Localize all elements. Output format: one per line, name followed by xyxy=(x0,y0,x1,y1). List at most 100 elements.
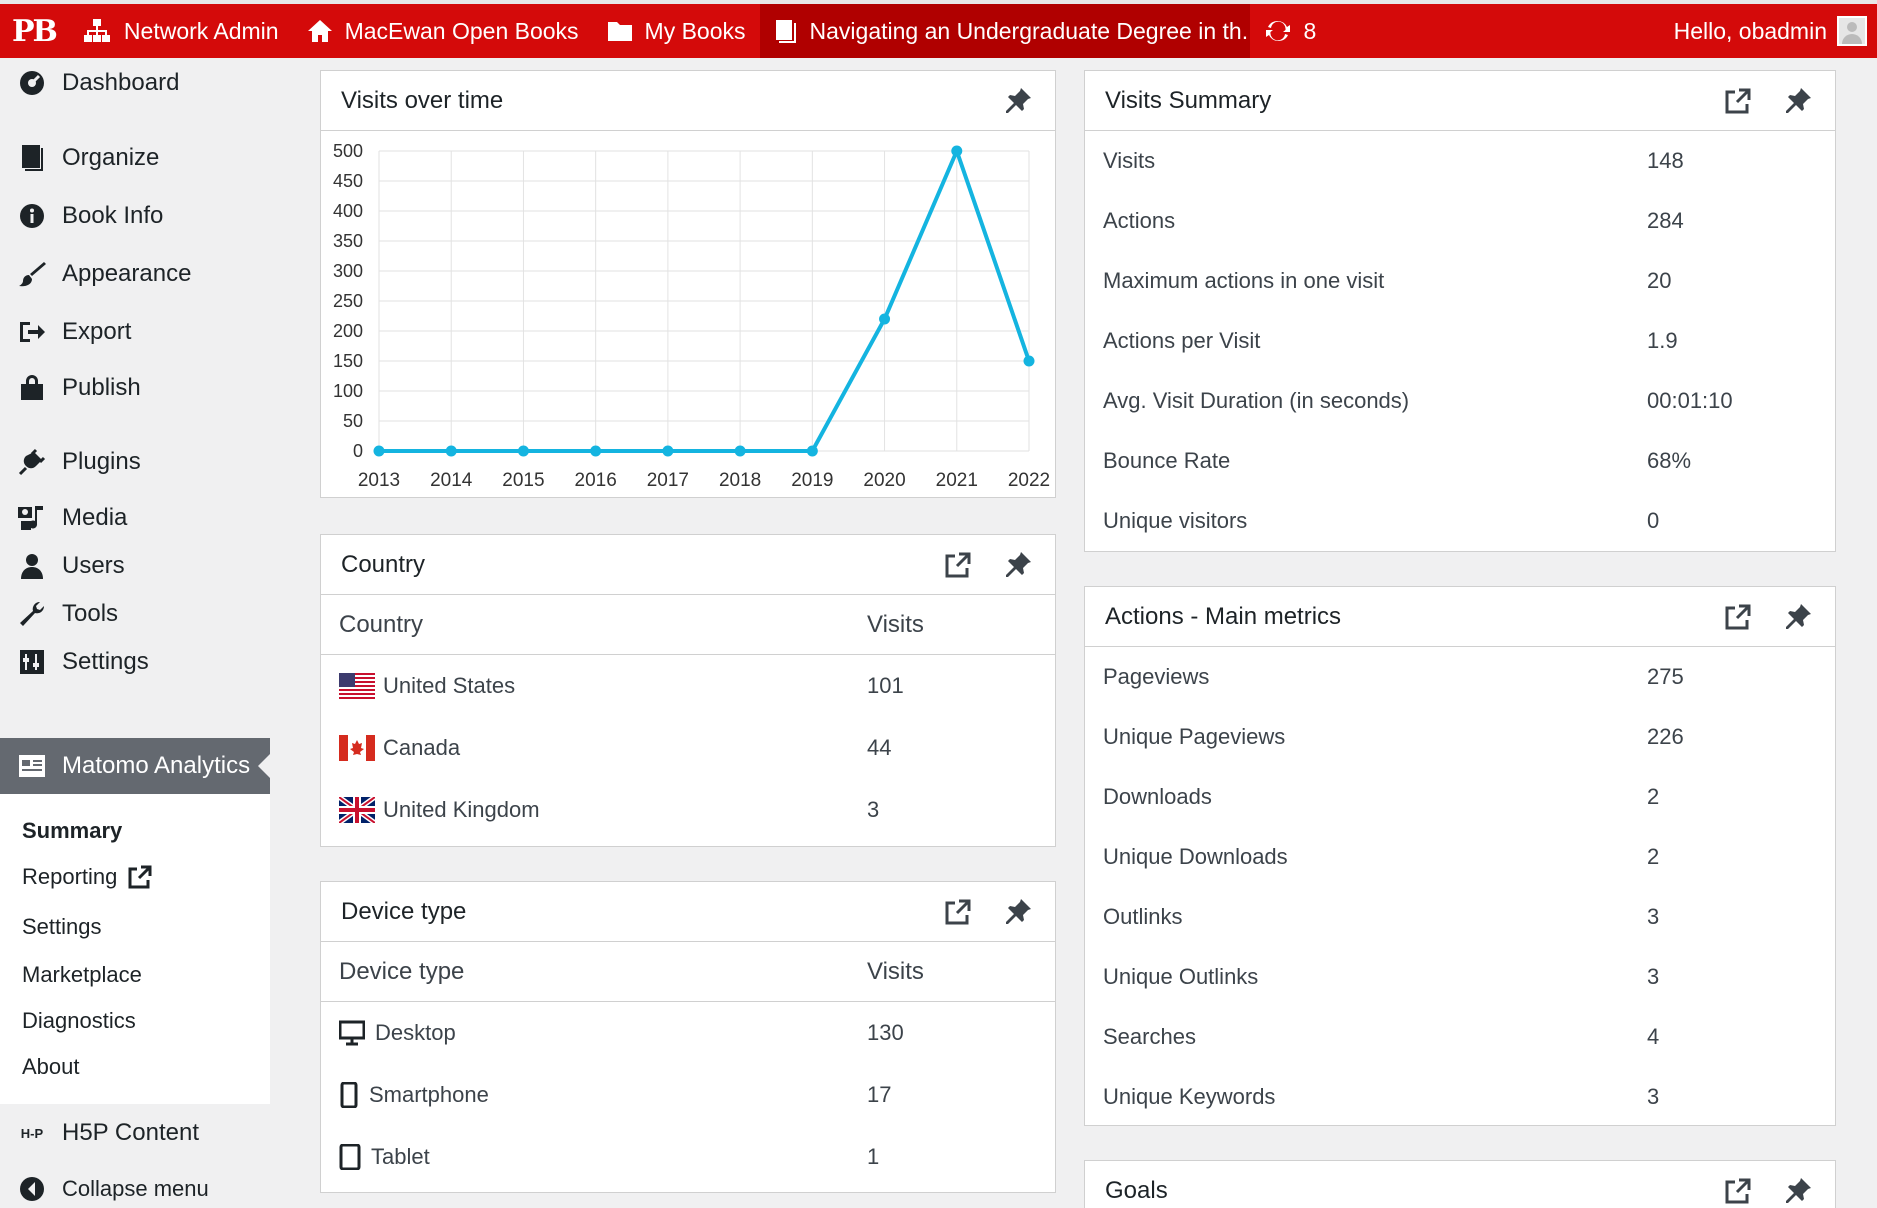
us-flag-icon xyxy=(339,673,375,699)
folder-icon xyxy=(607,22,632,41)
pin-icon[interactable] xyxy=(1001,548,1035,582)
pin-icon[interactable] xyxy=(1781,1174,1815,1208)
y-tick-label: 150 xyxy=(333,351,363,371)
external-link-icon[interactable] xyxy=(1721,1174,1755,1208)
matomo-submenu: Summary Reporting Settings Marketplace D… xyxy=(0,794,270,1104)
device-visits: 1 xyxy=(867,1144,880,1169)
submenu-marketplace[interactable]: Marketplace xyxy=(22,962,142,988)
data-point xyxy=(373,445,385,457)
y-tick-label: 200 xyxy=(333,321,363,341)
metric-label: Unique Outlinks xyxy=(1103,964,1259,989)
menu-publish[interactable]: Publish xyxy=(0,360,270,416)
metric-label: Actions per Visit xyxy=(1103,328,1261,353)
x-tick-label: 2020 xyxy=(863,470,905,491)
export-icon xyxy=(16,316,48,348)
metric-row: Actions per Visit 1.9 xyxy=(1085,311,1835,371)
submenu-about[interactable]: About xyxy=(22,1054,80,1080)
metric-row: Actions 284 xyxy=(1085,191,1835,251)
external-link-icon[interactable] xyxy=(1721,84,1755,118)
menu-organize[interactable]: Organize xyxy=(0,130,270,186)
device-name: Smartphone xyxy=(369,1082,489,1107)
actions-metrics-rows: Pageviews 275 Unique Pageviews 226 Downloads… xyxy=(1085,647,1835,1127)
settings-icon xyxy=(16,646,48,678)
pin-icon[interactable] xyxy=(1001,895,1035,929)
canada-flag-icon xyxy=(339,735,375,761)
menu-matomo-analytics[interactable]: Matomo Analytics xyxy=(0,738,270,794)
metric-row: Unique Outlinks 3 xyxy=(1085,947,1835,1007)
submenu-reporting-label: Reporting xyxy=(22,864,118,889)
country-name: United States xyxy=(383,673,516,698)
external-link-icon[interactable] xyxy=(941,548,975,582)
x-tick-label: 2014 xyxy=(430,470,473,491)
menu-book-info[interactable]: Book Info xyxy=(0,188,270,244)
y-tick-label: 300 xyxy=(333,261,363,281)
pressbooks-logo[interactable]: PB xyxy=(0,4,68,58)
menu-users-label: Users xyxy=(62,552,125,579)
admin-bar: PB Network Admin MacEwan Open Books My B… xyxy=(0,0,1877,58)
site-label: MacEwan Open Books xyxy=(344,17,579,44)
visits-chart: 0 50 100 150 200 250 300 350 400 450 500 2013 2014 20… xyxy=(321,131,1057,507)
site-link[interactable]: MacEwan Open Books xyxy=(293,4,593,58)
h5p-icon: H-P xyxy=(20,1125,44,1141)
metric-row: Avg. Visit Duration (in seconds) 00:01:10 xyxy=(1085,371,1835,431)
updates-link[interactable]: 8 xyxy=(1250,4,1331,58)
metric-row: Maximum actions in one visit 20 xyxy=(1085,251,1835,311)
external-link-icon[interactable] xyxy=(1721,600,1755,634)
table-row[interactable]: Smartphone 17 xyxy=(321,1064,1055,1126)
menu-export[interactable]: Export xyxy=(0,304,270,360)
admin-sidebar: Dashboard Organize Book Info Appearance … xyxy=(0,58,270,1208)
submenu-summary[interactable]: Summary xyxy=(22,818,122,844)
metric-value: 2 xyxy=(1647,784,1660,809)
x-tick-label: 2018 xyxy=(719,470,761,491)
pin-icon[interactable] xyxy=(1001,84,1035,118)
menu-plugins[interactable]: Plugins xyxy=(0,434,270,490)
external-link-icon[interactable] xyxy=(941,895,975,929)
table-row[interactable]: Canada 44 xyxy=(321,717,1055,779)
device-name: Desktop xyxy=(375,1020,456,1045)
menu-appearance[interactable]: Appearance xyxy=(0,246,270,302)
menu-collapse[interactable]: Collapse menu xyxy=(0,1166,270,1208)
country-col-label: Country xyxy=(339,610,424,638)
table-row[interactable]: United States 101 xyxy=(321,655,1055,717)
submenu-summary-label: Summary xyxy=(22,818,123,843)
data-point xyxy=(517,445,529,457)
metric-value: 0 xyxy=(1647,508,1660,533)
y-tick-label: 100 xyxy=(333,381,363,401)
actions-metrics-title: Actions - Main metrics xyxy=(1105,602,1342,630)
submenu-reporting[interactable]: Reporting xyxy=(22,864,153,890)
goals-title: Goals xyxy=(1105,1177,1168,1204)
menu-h5p-label: H5P Content xyxy=(62,1119,199,1146)
goals-widget: Goals xyxy=(1084,1160,1836,1208)
metric-label: Searches xyxy=(1103,1024,1196,1049)
network-admin-link[interactable]: Network Admin xyxy=(68,4,293,58)
table-row[interactable]: Tablet 1 xyxy=(321,1126,1055,1188)
x-tick-label: 2015 xyxy=(502,470,544,491)
users-icon xyxy=(16,550,48,582)
table-row[interactable]: Desktop 130 xyxy=(321,1002,1055,1064)
my-books-link[interactable]: My Books xyxy=(593,4,760,58)
metric-row: Pageviews 275 xyxy=(1085,647,1835,707)
submenu-marketplace-label: Marketplace xyxy=(22,962,142,987)
device-type-widget: Device type Device type Visits Desktop 1… xyxy=(320,881,1056,1193)
x-tick-label: 2013 xyxy=(358,470,400,491)
pin-icon[interactable] xyxy=(1781,84,1815,118)
metric-label: Downloads xyxy=(1103,784,1212,809)
country-visits: 101 xyxy=(867,673,904,698)
metric-label: Bounce Rate xyxy=(1103,448,1231,473)
submenu-about-label: About xyxy=(22,1054,80,1079)
menu-h5p-content[interactable]: H-P H5P Content xyxy=(0,1110,270,1156)
info-icon xyxy=(16,200,48,232)
submenu-diagnostics[interactable]: Diagnostics xyxy=(22,1008,136,1034)
pin-icon[interactable] xyxy=(1781,600,1815,634)
current-book-link[interactable]: Navigating an Undergraduate Degree in th… xyxy=(759,4,1250,58)
data-point xyxy=(590,445,602,457)
menu-settings[interactable]: Settings xyxy=(0,634,270,690)
metric-label: Unique Keywords xyxy=(1103,1084,1276,1109)
network-admin-label: Network Admin xyxy=(123,17,279,44)
account-menu[interactable]: Hello, obadmin xyxy=(1660,4,1877,58)
menu-dashboard[interactable]: Dashboard xyxy=(0,58,270,108)
visits-summary-title: Visits Summary xyxy=(1105,86,1272,114)
metric-value: 284 xyxy=(1647,208,1684,233)
table-row[interactable]: United Kingdom 3 xyxy=(321,779,1055,841)
submenu-settings[interactable]: Settings xyxy=(22,914,102,940)
